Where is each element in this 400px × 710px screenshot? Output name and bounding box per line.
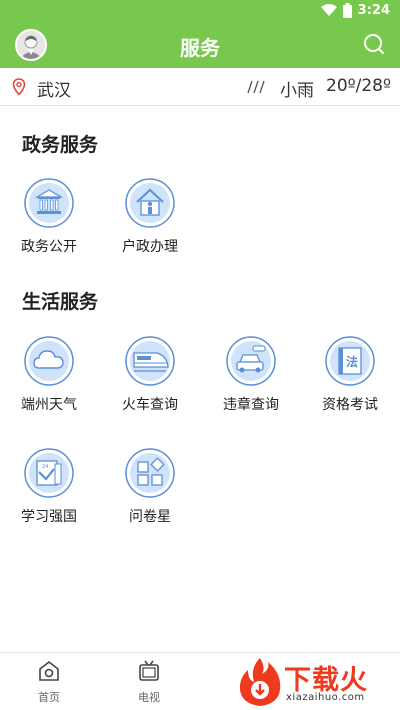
service-label: 学习强国 bbox=[21, 509, 77, 525]
service-label: 端州天气 bbox=[21, 397, 77, 413]
status-bar: 3:24 bbox=[0, 0, 400, 24]
service-tile-weather[interactable]: 端州天气 bbox=[9, 336, 89, 436]
watermark-subtext: xiazaihuo.com bbox=[286, 692, 365, 703]
status-time: 3:24 bbox=[357, 3, 390, 18]
service-label: 火车查询 bbox=[122, 397, 178, 413]
flame-logo-icon bbox=[239, 658, 281, 706]
household-registration-icon bbox=[125, 178, 175, 228]
watermark: 下载火 xiazaihuo.com bbox=[234, 656, 400, 710]
app-bar: 服务 bbox=[0, 24, 400, 68]
service-tile-xuexi[interactable]: 24 学习强国 bbox=[9, 448, 89, 548]
service-tile-government-open[interactable]: 政务公开 bbox=[9, 178, 89, 278]
train-icon bbox=[125, 336, 175, 386]
tab-home[interactable]: 首页 bbox=[19, 659, 79, 705]
service-tile-train[interactable]: 火车查询 bbox=[110, 336, 190, 436]
location-pin-icon[interactable] bbox=[12, 78, 26, 96]
questionnaire-icon bbox=[125, 448, 175, 498]
car-icon bbox=[226, 336, 276, 386]
service-label: 政务公开 bbox=[21, 239, 77, 255]
government-building-icon bbox=[24, 178, 74, 228]
tab-label: 电视 bbox=[138, 691, 160, 704]
tab-tv[interactable]: 电视 bbox=[119, 659, 179, 705]
service-label: 资格考试 bbox=[322, 397, 378, 413]
search-icon[interactable] bbox=[362, 32, 386, 56]
service-label: 违章查询 bbox=[223, 397, 279, 413]
study-calendar-icon: 24 bbox=[24, 448, 74, 498]
tab-label: 首页 bbox=[38, 691, 60, 704]
section-title-government: 政务服务 bbox=[22, 134, 99, 156]
rain-icon bbox=[247, 80, 265, 94]
page-title: 服务 bbox=[180, 36, 220, 60]
home-camera-icon bbox=[39, 660, 59, 681]
service-tile-household[interactable]: 户政办理 bbox=[110, 178, 190, 278]
battery-icon bbox=[342, 3, 352, 18]
service-tile-qualification-exam[interactable]: 法 资格考试 bbox=[310, 336, 390, 436]
weather-condition: 小雨 bbox=[280, 81, 314, 101]
wifi-icon bbox=[320, 4, 337, 16]
service-label: 户政办理 bbox=[122, 239, 178, 255]
tv-icon bbox=[139, 660, 159, 681]
weather-temperature: 20º/28º bbox=[326, 76, 392, 96]
service-tile-wenjuanxing[interactable]: 问卷星 bbox=[110, 448, 190, 548]
cloud-icon bbox=[24, 336, 74, 386]
svg-text:24: 24 bbox=[42, 464, 48, 470]
status-indicators: 3:24 bbox=[320, 3, 390, 18]
section-title-life: 生活服务 bbox=[22, 291, 99, 313]
service-tile-violation[interactable]: 违章查询 bbox=[211, 336, 291, 436]
svg-text:法: 法 bbox=[346, 354, 358, 369]
law-book-icon: 法 bbox=[325, 336, 375, 386]
service-label: 问卷星 bbox=[129, 509, 171, 525]
location-weather-bar: 武汉 小雨 20º/28º bbox=[0, 68, 400, 106]
location-city[interactable]: 武汉 bbox=[37, 76, 71, 101]
